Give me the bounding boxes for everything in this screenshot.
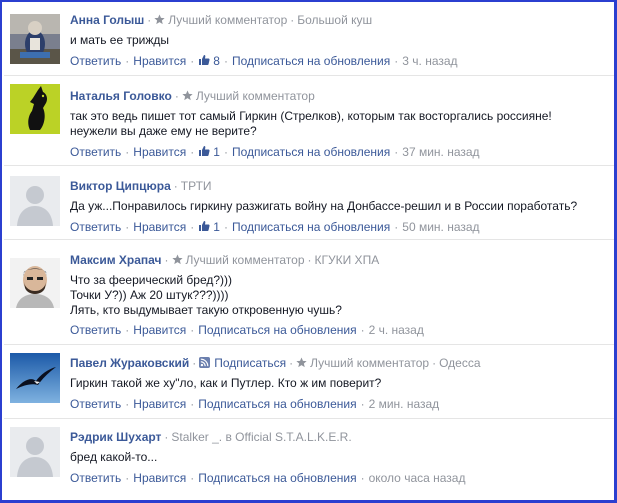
like-link[interactable]: Нравится (133, 323, 186, 337)
thumbs-up-icon[interactable] (198, 145, 210, 157)
timestamp[interactable]: 2 мин. назад (369, 397, 440, 411)
author-name[interactable]: Анна Голыш (70, 13, 144, 27)
like-count[interactable]: 8 (213, 54, 220, 68)
top-commentator-label: Лучший комментатор (310, 356, 430, 370)
star-icon (154, 14, 165, 25)
comment-line: неужели вы даже ему не верите? (70, 124, 257, 138)
comment-item: Павел Жураковский · Подписаться · Лучший ком… (4, 345, 614, 419)
star-icon (296, 357, 307, 368)
reply-link[interactable]: Ответить (70, 471, 121, 485)
top-commentator-label: Лучший комментатор (195, 89, 315, 103)
affiliation-prefix: Stalker _. в (171, 430, 232, 444)
comment-line: Да уж...Понравилось гиркину разжигать во… (70, 199, 578, 213)
comment-item: Виктор Ципцюра · ТРТИ Да уж...Понравилось … (4, 166, 614, 240)
comment-line: Точки У?)) Аж 20 штук???)))) (70, 288, 229, 302)
reply-link[interactable]: Ответить (70, 54, 121, 68)
reply-link[interactable]: Ответить (70, 397, 121, 411)
timestamp[interactable]: 3 ч. назад (402, 54, 457, 68)
like-link[interactable]: Нравится (133, 471, 186, 485)
comment-text: так это ведь пишет тот самый Гиркин (Стр… (70, 109, 608, 139)
affiliation[interactable]: КГУКИ ХПА (315, 253, 380, 267)
comment-text: и мать ее трижды (70, 33, 608, 48)
subscribe-link[interactable]: Подписаться на обновления (232, 145, 390, 159)
star-icon (171, 254, 183, 265)
author-name[interactable]: Наталья Головко (70, 89, 172, 103)
man-photo-avatar-icon (10, 258, 60, 308)
comment-line: бред какой-то... (70, 450, 158, 464)
subscribe-link[interactable]: Подписаться на обновления (232, 220, 390, 234)
affiliation[interactable]: Одесса (439, 356, 480, 370)
author-name[interactable]: Рэдрик Шухарт (70, 430, 161, 444)
default-avatar-icon (10, 176, 60, 226)
reply-link[interactable]: Ответить (70, 145, 121, 159)
author-name[interactable]: Максим Храпач (70, 253, 162, 267)
subscribe-link[interactable]: Подписаться на обновления (198, 323, 356, 337)
top-commentator-label: Лучший комментатор (168, 13, 288, 27)
like-count[interactable]: 1 (213, 145, 220, 159)
timestamp[interactable]: около часа назад (369, 471, 466, 485)
subscribe-link[interactable]: Подписаться на обновления (198, 397, 356, 411)
star-icon (182, 90, 193, 101)
black-cat-avatar-icon (10, 84, 60, 134)
avatar[interactable] (10, 176, 60, 226)
like-link[interactable]: Нравится (133, 54, 186, 68)
affiliation[interactable]: Official S.T.A.L.K.E.R. (235, 430, 351, 444)
comment-line: Что за феерический бред?))) (70, 273, 233, 287)
affiliation[interactable]: ТРТИ (181, 179, 212, 193)
comment-item: Максим Храпач · Лучший комментатор · КГУКИ Х… (4, 240, 614, 345)
top-commentator-label: Лучший комментатор (185, 253, 305, 267)
rss-icon[interactable] (199, 357, 211, 368)
like-link[interactable]: Нравится (133, 220, 186, 234)
thumbs-up-icon[interactable] (198, 54, 210, 66)
timestamp[interactable]: 2 ч. назад (369, 323, 424, 337)
author-name[interactable]: Павел Жураковский (70, 356, 189, 370)
affiliation[interactable]: Большой куш (297, 13, 372, 27)
thumbs-up-icon[interactable] (198, 220, 210, 232)
comment-item: Анна Голыш · Лучший комментатор · Большой ку… (4, 2, 614, 76)
author-name[interactable]: Виктор Ципцюра (70, 179, 171, 193)
like-link[interactable]: Нравится (133, 145, 186, 159)
avatar[interactable] (10, 427, 60, 477)
timestamp[interactable]: 37 мин. назад (402, 145, 479, 159)
subscribe-author-link[interactable]: Подписаться (214, 356, 286, 370)
avatar[interactable] (10, 84, 60, 134)
comment-text: бред какой-то... (70, 450, 608, 465)
like-count[interactable]: 1 (213, 220, 220, 234)
comment-line: Лять, кто выдумывает такую откровенную ч… (70, 303, 342, 317)
reply-link[interactable]: Ответить (70, 323, 121, 337)
subscribe-link[interactable]: Подписаться на обновления (232, 54, 390, 68)
like-link[interactable]: Нравится (133, 397, 186, 411)
comment-item: Наталья Головко · Лучший комментатор так э… (4, 76, 614, 166)
reply-link[interactable]: Ответить (70, 220, 121, 234)
comment-text: Гиркин такой же ху"ло, как и Путлер. Кто… (70, 376, 608, 391)
avatar[interactable] (10, 258, 60, 308)
comment-text: Да уж...Понравилось гиркину разжигать во… (70, 199, 608, 214)
cat-photo-avatar-icon (10, 14, 60, 64)
default-avatar-icon (10, 427, 60, 477)
avatar[interactable] (10, 14, 60, 64)
comment-line: Гиркин такой же ху"ло, как и Путлер. Кто… (70, 376, 382, 390)
comment-item: Рэдрик Шухарт · Stalker _. в Official S.T.… (4, 419, 614, 499)
timestamp[interactable]: 50 мин. назад (402, 220, 479, 234)
comment-line: и мать ее трижды (70, 33, 169, 47)
comments-panel: Анна Голыш · Лучший комментатор · Большой ку… (0, 0, 617, 503)
comment-line: так это ведь пишет тот самый Гиркин (Стр… (70, 109, 552, 123)
avatar[interactable] (10, 353, 60, 403)
comment-text: Что за феерический бред?))) Точки У?)) А… (70, 273, 608, 318)
bird-sky-avatar-icon (10, 353, 60, 403)
subscribe-link[interactable]: Подписаться на обновления (198, 471, 356, 485)
